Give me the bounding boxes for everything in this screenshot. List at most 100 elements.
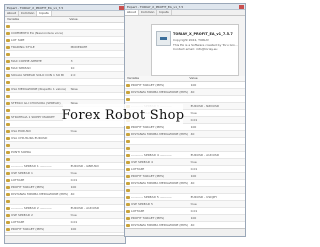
input-value[interactable]: 40 — [189, 89, 245, 95]
input-value[interactable]: 0.01 — [69, 177, 125, 183]
input-value[interactable]: 100 — [189, 173, 245, 179]
input-value[interactable]: EURUSD - GBPUSD — [69, 163, 125, 169]
input-value[interactable]: 0.01 — [189, 166, 245, 172]
input-row[interactable]: USE SPREAD 4 true — [125, 159, 245, 166]
input-value[interactable] — [69, 30, 125, 36]
input-row[interactable]: LOTTAZE 0.01 — [125, 166, 245, 173]
input-value[interactable] — [69, 51, 125, 57]
input-row[interactable]: USA CHIUSURA EURUSD — [5, 135, 125, 142]
input-row[interactable]: DISTANZA MINIMA MEDIAZIONE (PIPS)40 — [125, 180, 245, 187]
input-value[interactable] — [69, 93, 125, 99]
input-value[interactable] — [69, 149, 125, 155]
value-column-header[interactable]: Value — [67, 17, 77, 22]
tab-common[interactable]: Common — [139, 10, 158, 15]
input-value[interactable] — [69, 23, 125, 29]
input-value[interactable] — [189, 96, 245, 102]
input-value[interactable] — [69, 156, 125, 162]
input-row[interactable]: PROFIT TARGET (PIPS) 100 — [125, 82, 245, 89]
input-value[interactable]: EURUSD - AUDUSD — [189, 152, 245, 158]
input-row[interactable]: USE SPREAD 5 true — [125, 201, 245, 208]
input-row[interactable] — [5, 142, 125, 149]
input-value[interactable]: MODERATE — [69, 44, 125, 50]
input-value[interactable]: true — [69, 170, 125, 176]
input-row[interactable]: ----------- SPREAD 2 ----------- EURUSD -… — [5, 205, 125, 212]
input-row[interactable]: ----------- SPREAD 6 -----------GBPUSD -… — [125, 236, 245, 237]
input-value[interactable]: 0.01 — [189, 117, 245, 123]
input-value[interactable]: 3 — [69, 58, 125, 64]
input-value[interactable] — [69, 135, 125, 141]
input-row[interactable]: ----------- SPREAD 5 ----------- EURUSD -… — [125, 194, 245, 201]
input-value[interactable]: 2.0 — [69, 72, 125, 78]
input-row[interactable]: LOTTAZE 0.01 — [125, 208, 245, 215]
input-row[interactable]: PROFIT TARGET (PIPS) 100 — [5, 184, 125, 191]
input-row[interactable] — [125, 96, 245, 103]
variable-column-header[interactable]: Variable — [125, 76, 187, 81]
tab-common[interactable]: Common — [19, 11, 38, 16]
input-row[interactable] — [5, 23, 125, 30]
input-value[interactable]: true — [189, 110, 245, 116]
input-row[interactable] — [125, 138, 245, 145]
tab-about[interactable]: About — [125, 10, 139, 15]
input-row[interactable] — [5, 198, 125, 205]
input-row[interactable]: USA MEDIAZIONE (Rispetto 1 valore) false — [5, 86, 125, 93]
input-value[interactable]: true — [69, 212, 125, 218]
input-row[interactable]: LOT SIZE — [5, 37, 125, 44]
input-row[interactable] — [5, 93, 125, 100]
input-value[interactable]: true — [189, 159, 245, 165]
input-row[interactable] — [125, 187, 245, 194]
input-value[interactable]: EURUSD - USDJPY — [189, 194, 245, 200]
input-row[interactable]: TRADING STYLE MODERATE — [5, 44, 125, 51]
input-row[interactable]: MAX COPPIE APERTE 3 — [5, 58, 125, 65]
input-row[interactable] — [125, 145, 245, 152]
input-row[interactable]: DISTANZA MINIMA MEDIAZIONE (PIPS)40 — [5, 191, 125, 198]
input-value[interactable]: 0.01 — [69, 219, 125, 225]
input-value[interactable]: 40 — [69, 191, 125, 197]
value-column-header[interactable]: Value — [187, 76, 197, 81]
input-row[interactable]: ----------- SPREAD 1 ----------- EURUSD -… — [5, 163, 125, 170]
input-row[interactable]: USE SPREAD 2 true — [5, 212, 125, 219]
input-row[interactable]: USE SPREAD 1 true — [5, 170, 125, 177]
input-value[interactable]: EURUSD - NZDUSD — [189, 103, 245, 109]
input-row[interactable]: PROFIT TARGET (PIPS) 100 — [5, 226, 125, 233]
input-value[interactable]: 100 — [189, 215, 245, 221]
input-row[interactable]: DISTANZA MINIMA MEDIAZIONE (PIPS)40 — [125, 131, 245, 138]
input-value[interactable] — [189, 138, 245, 144]
input-value[interactable]: 0.01 — [189, 208, 245, 214]
close-icon[interactable] — [239, 4, 244, 9]
variable-column-header[interactable]: Variable — [5, 17, 67, 22]
input-value[interactable]: 40 — [189, 180, 245, 186]
input-value[interactable]: 100 — [189, 124, 245, 130]
input-value[interactable]: 100 — [69, 184, 125, 190]
input-value[interactable]: true — [189, 201, 245, 207]
input-value[interactable]: true — [69, 128, 125, 134]
input-row[interactable]: LOTTAZE 0.01 — [5, 219, 125, 226]
input-row[interactable] — [5, 51, 125, 58]
input-row[interactable]: PROFIT TARGET (PIPS) 100 — [125, 173, 245, 180]
tab-inputs[interactable]: Inputs — [157, 10, 172, 15]
input-value[interactable] — [69, 37, 125, 43]
input-value[interactable] — [69, 198, 125, 204]
input-value[interactable]: 100 — [69, 226, 125, 232]
input-row[interactable]: PROFIT TARGET (PIPS) 100 — [125, 215, 245, 222]
input-value[interactable] — [189, 187, 245, 193]
input-value[interactable]: 100 — [189, 82, 245, 88]
input-row[interactable]: COMMENTO EA (Nascondere voce) — [5, 30, 125, 37]
input-row[interactable]: DISTANZA MINIMA MEDIAZIONE (PIPS)40 — [125, 89, 245, 96]
input-row[interactable]: MAX SPREAD 10 — [5, 65, 125, 72]
input-value[interactable]: GBPUSD - EURUSD — [189, 236, 245, 237]
input-value[interactable]: 40 — [189, 131, 245, 137]
input-value[interactable]: false — [69, 86, 125, 92]
input-value[interactable] — [189, 145, 245, 151]
input-value[interactable] — [69, 142, 125, 148]
input-row[interactable]: USA EURUSD true — [5, 128, 125, 135]
input-row[interactable]: SOGLIA SPREAD SOLO CON 1 SO BI 2.0 — [5, 72, 125, 79]
input-value[interactable] — [69, 79, 125, 85]
input-row[interactable] — [5, 79, 125, 86]
input-row[interactable]: PUNTI SOPRA — [5, 149, 125, 156]
input-value[interactable]: EURUSD - AUDUSD — [69, 205, 125, 211]
input-row[interactable] — [5, 156, 125, 163]
tab-inputs[interactable]: Inputs — [37, 11, 52, 16]
tab-about[interactable]: About — [5, 11, 19, 16]
input-row[interactable]: LOTTAZE 0.01 — [5, 177, 125, 184]
input-row[interactable]: ----------- SPREAD 4 ----------- EURUSD -… — [125, 152, 245, 159]
